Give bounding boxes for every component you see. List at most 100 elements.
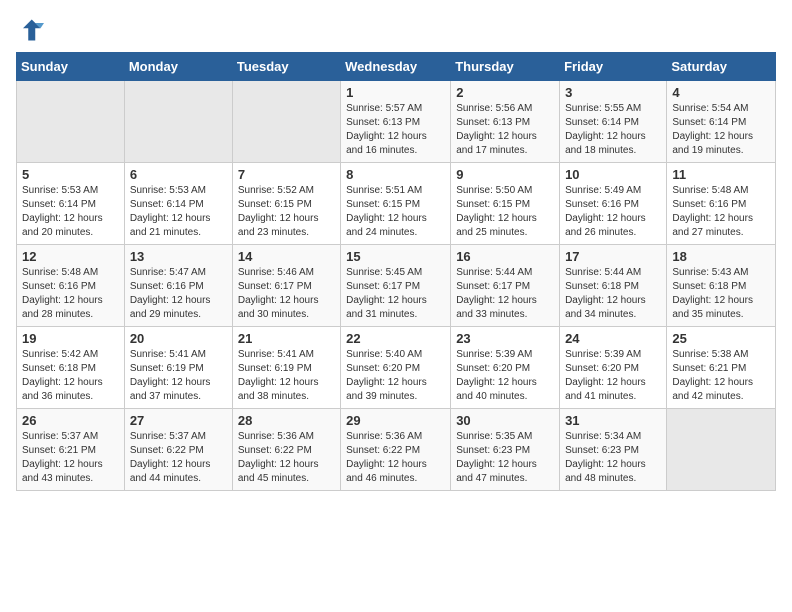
weekday-header: Thursday — [451, 53, 560, 81]
calendar-cell: 6 Sunrise: 5:53 AM Sunset: 6:14 PM Daylig… — [124, 163, 232, 245]
day-number: 2 — [456, 85, 554, 100]
calendar-cell: 31 Sunrise: 5:34 AM Sunset: 6:23 PM Dayli… — [560, 409, 667, 491]
day-number: 19 — [22, 331, 119, 346]
day-info: Sunrise: 5:36 AM Sunset: 6:22 PM Dayligh… — [238, 430, 335, 486]
day-number: 15 — [346, 249, 445, 264]
day-info: Sunrise: 5:34 AM Sunset: 6:23 PM Dayligh… — [565, 430, 661, 486]
calendar-cell — [232, 81, 340, 163]
day-info: Sunrise: 5:53 AM Sunset: 6:14 PM Dayligh… — [130, 184, 227, 240]
logo-icon — [16, 16, 44, 44]
day-number: 23 — [456, 331, 554, 346]
day-info: Sunrise: 5:40 AM Sunset: 6:20 PM Dayligh… — [346, 348, 445, 404]
page-header — [16, 16, 776, 44]
day-info: Sunrise: 5:52 AM Sunset: 6:15 PM Dayligh… — [238, 184, 335, 240]
weekday-header: Monday — [124, 53, 232, 81]
day-info: Sunrise: 5:45 AM Sunset: 6:17 PM Dayligh… — [346, 266, 445, 322]
day-info: Sunrise: 5:37 AM Sunset: 6:21 PM Dayligh… — [22, 430, 119, 486]
day-info: Sunrise: 5:54 AM Sunset: 6:14 PM Dayligh… — [672, 102, 770, 158]
day-info: Sunrise: 5:56 AM Sunset: 6:13 PM Dayligh… — [456, 102, 554, 158]
day-number: 17 — [565, 249, 661, 264]
day-info: Sunrise: 5:44 AM Sunset: 6:17 PM Dayligh… — [456, 266, 554, 322]
day-info: Sunrise: 5:44 AM Sunset: 6:18 PM Dayligh… — [565, 266, 661, 322]
calendar-cell: 29 Sunrise: 5:36 AM Sunset: 6:22 PM Dayli… — [341, 409, 451, 491]
day-info: Sunrise: 5:36 AM Sunset: 6:22 PM Dayligh… — [346, 430, 445, 486]
calendar-cell: 24Sunrise: 5:39 AM Sunset: 6:20 PM Dayli… — [560, 327, 667, 409]
calendar-cell — [124, 81, 232, 163]
day-number: 30 — [456, 413, 554, 428]
calendar-cell: 25Sunrise: 5:38 AM Sunset: 6:21 PM Dayli… — [667, 327, 776, 409]
calendar-cell: 13Sunrise: 5:47 AM Sunset: 6:16 PM Dayli… — [124, 245, 232, 327]
weekday-header: Tuesday — [232, 53, 340, 81]
day-info: Sunrise: 5:50 AM Sunset: 6:15 PM Dayligh… — [456, 184, 554, 240]
calendar-week-row: 12 Sunrise: 5:48 AM Sunset: 6:16 PM Dayli… — [17, 245, 776, 327]
calendar-cell: 18Sunrise: 5:43 AM Sunset: 6:18 PM Dayli… — [667, 245, 776, 327]
calendar-cell: 15 Sunrise: 5:45 AM Sunset: 6:17 PM Dayli… — [341, 245, 451, 327]
calendar-week-row: 26 Sunrise: 5:37 AM Sunset: 6:21 PM Dayli… — [17, 409, 776, 491]
calendar-cell: 5 Sunrise: 5:53 AM Sunset: 6:14 PM Daylig… — [17, 163, 125, 245]
day-info: Sunrise: 5:49 AM Sunset: 6:16 PM Dayligh… — [565, 184, 661, 240]
calendar-week-row: 5 Sunrise: 5:53 AM Sunset: 6:14 PM Daylig… — [17, 163, 776, 245]
day-number: 12 — [22, 249, 119, 264]
day-info: Sunrise: 5:53 AM Sunset: 6:14 PM Dayligh… — [22, 184, 119, 240]
calendar-cell: 8Sunrise: 5:51 AM Sunset: 6:15 PM Daylig… — [341, 163, 451, 245]
calendar-table: SundayMondayTuesdayWednesdayThursdayFrid… — [16, 52, 776, 491]
day-number: 18 — [672, 249, 770, 264]
day-number: 5 — [22, 167, 119, 182]
day-number: 24 — [565, 331, 661, 346]
day-number: 3 — [565, 85, 661, 100]
calendar-cell: 21 Sunrise: 5:41 AM Sunset: 6:19 PM Dayli… — [232, 327, 340, 409]
calendar-cell: 23 Sunrise: 5:39 AM Sunset: 6:20 PM Dayli… — [451, 327, 560, 409]
calendar-cell: 9 Sunrise: 5:50 AM Sunset: 6:15 PM Daylig… — [451, 163, 560, 245]
weekday-header: Friday — [560, 53, 667, 81]
calendar-cell: 19 Sunrise: 5:42 AM Sunset: 6:18 PM Dayli… — [17, 327, 125, 409]
day-number: 9 — [456, 167, 554, 182]
day-info: Sunrise: 5:57 AM Sunset: 6:13 PM Dayligh… — [346, 102, 445, 158]
weekday-header: Saturday — [667, 53, 776, 81]
day-number: 21 — [238, 331, 335, 346]
calendar-cell: 2 Sunrise: 5:56 AM Sunset: 6:13 PM Daylig… — [451, 81, 560, 163]
calendar-cell — [667, 409, 776, 491]
calendar-cell — [17, 81, 125, 163]
day-info: Sunrise: 5:47 AM Sunset: 6:16 PM Dayligh… — [130, 266, 227, 322]
day-info: Sunrise: 5:38 AM Sunset: 6:21 PM Dayligh… — [672, 348, 770, 404]
day-info: Sunrise: 5:39 AM Sunset: 6:20 PM Dayligh… — [456, 348, 554, 404]
day-number: 6 — [130, 167, 227, 182]
day-number: 4 — [672, 85, 770, 100]
calendar-week-row: 19 Sunrise: 5:42 AM Sunset: 6:18 PM Dayli… — [17, 327, 776, 409]
day-info: Sunrise: 5:55 AM Sunset: 6:14 PM Dayligh… — [565, 102, 661, 158]
day-info: Sunrise: 5:41 AM Sunset: 6:19 PM Dayligh… — [238, 348, 335, 404]
logo — [16, 16, 48, 44]
day-info: Sunrise: 5:48 AM Sunset: 6:16 PM Dayligh… — [22, 266, 119, 322]
calendar-header-row: SundayMondayTuesdayWednesdayThursdayFrid… — [17, 53, 776, 81]
day-info: Sunrise: 5:37 AM Sunset: 6:22 PM Dayligh… — [130, 430, 227, 486]
calendar-cell: 10 Sunrise: 5:49 AM Sunset: 6:16 PM Dayli… — [560, 163, 667, 245]
day-number: 26 — [22, 413, 119, 428]
day-info: Sunrise: 5:42 AM Sunset: 6:18 PM Dayligh… — [22, 348, 119, 404]
day-number: 27 — [130, 413, 227, 428]
calendar-cell: 28 Sunrise: 5:36 AM Sunset: 6:22 PM Dayli… — [232, 409, 340, 491]
calendar-cell: 30Sunrise: 5:35 AM Sunset: 6:23 PM Dayli… — [451, 409, 560, 491]
day-info: Sunrise: 5:41 AM Sunset: 6:19 PM Dayligh… — [130, 348, 227, 404]
calendar-cell: 1Sunrise: 5:57 AM Sunset: 6:13 PM Daylig… — [341, 81, 451, 163]
calendar-cell: 17 Sunrise: 5:44 AM Sunset: 6:18 PM Dayli… — [560, 245, 667, 327]
calendar-cell: 26 Sunrise: 5:37 AM Sunset: 6:21 PM Dayli… — [17, 409, 125, 491]
day-number: 7 — [238, 167, 335, 182]
day-number: 14 — [238, 249, 335, 264]
day-number: 29 — [346, 413, 445, 428]
calendar-cell: 20 Sunrise: 5:41 AM Sunset: 6:19 PM Dayli… — [124, 327, 232, 409]
day-number: 22 — [346, 331, 445, 346]
day-number: 11 — [672, 167, 770, 182]
weekday-header: Sunday — [17, 53, 125, 81]
day-info: Sunrise: 5:48 AM Sunset: 6:16 PM Dayligh… — [672, 184, 770, 240]
weekday-header: Wednesday — [341, 53, 451, 81]
day-number: 20 — [130, 331, 227, 346]
day-number: 28 — [238, 413, 335, 428]
calendar-cell: 27 Sunrise: 5:37 AM Sunset: 6:22 PM Dayli… — [124, 409, 232, 491]
calendar-cell: 7 Sunrise: 5:52 AM Sunset: 6:15 PM Daylig… — [232, 163, 340, 245]
day-number: 10 — [565, 167, 661, 182]
day-number: 16 — [456, 249, 554, 264]
calendar-cell: 14 Sunrise: 5:46 AM Sunset: 6:17 PM Dayli… — [232, 245, 340, 327]
day-number: 31 — [565, 413, 661, 428]
day-info: Sunrise: 5:46 AM Sunset: 6:17 PM Dayligh… — [238, 266, 335, 322]
day-number: 8 — [346, 167, 445, 182]
